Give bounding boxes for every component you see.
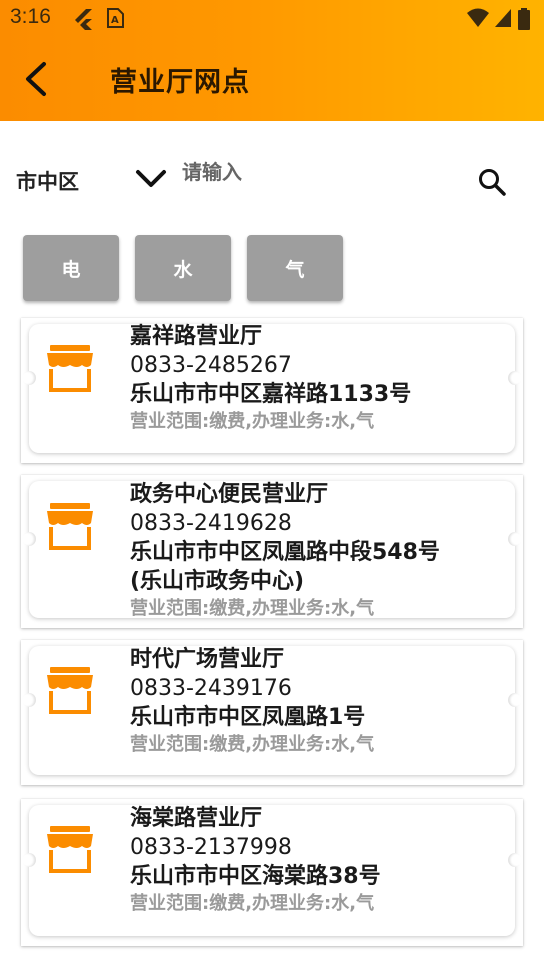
district-label[interactable]: 市中区	[16, 166, 79, 196]
hall-address: 乐山市市中区凤凰路中段548号	[130, 540, 440, 565]
hall-info: 政务中心便民营业厅 0833-2419628 乐山市市中区凤凰路中段548号 (…	[130, 480, 513, 622]
hall-phone[interactable]: 0833-2137998	[130, 833, 513, 862]
shop-icon	[47, 667, 93, 714]
back-button[interactable]	[18, 58, 54, 100]
search-icon[interactable]	[476, 166, 508, 198]
list-item[interactable]: 政务中心便民营业厅 0833-2419628 乐山市市中区凤凰路中段548号 (…	[21, 475, 523, 628]
shop-icon	[47, 826, 93, 873]
hall-address: 乐山市市中区海棠路38号	[130, 864, 381, 889]
flutter-icon	[75, 9, 92, 30]
hall-scope: 营业范围:缴费,办理业务:水,气	[130, 598, 375, 619]
shop-icon	[47, 345, 93, 392]
hall-name: 海棠路营业厅	[130, 806, 263, 831]
list-item[interactable]: 海棠路营业厅 0833-2137998 乐山市市中区海棠路38号 营业范围:缴费…	[21, 799, 523, 946]
signal-icon	[495, 9, 511, 27]
card-notch	[22, 692, 36, 707]
hall-phone[interactable]: 0833-2439176	[130, 674, 513, 703]
hall-info: 海棠路营业厅 0833-2137998 乐山市市中区海棠路38号 营业范围:缴费…	[130, 804, 513, 917]
chevron-down-icon[interactable]	[134, 166, 168, 192]
hall-scope: 营业范围:缴费,办理业务:水,气	[130, 734, 375, 755]
shop-icon	[47, 503, 93, 550]
list-item[interactable]: 嘉祥路营业厅 0833-2485267 乐山市市中区嘉祥路1133号 营业范围:…	[21, 318, 523, 463]
search-input[interactable]	[172, 152, 462, 192]
hall-name: 嘉祥路营业厅	[130, 324, 263, 349]
svg-text:A: A	[111, 15, 119, 26]
hall-name: 时代广场营业厅	[130, 647, 285, 672]
hall-address-note: (乐山市政务中心)	[130, 569, 305, 594]
wifi-icon	[467, 8, 489, 27]
app-header: 3:16 A 营业厅网点	[0, 0, 544, 121]
hall-info: 时代广场营业厅 0833-2439176 乐山市市中区凤凰路1号 营业范围:缴费…	[130, 645, 513, 758]
hall-address: 乐山市市中区嘉祥路1133号	[130, 382, 412, 407]
card-notch	[22, 370, 36, 385]
hall-info: 嘉祥路营业厅 0833-2485267 乐山市市中区嘉祥路1133号 营业范围:…	[130, 322, 513, 435]
card-notch	[22, 531, 36, 546]
battery-icon	[518, 8, 530, 30]
hall-phone[interactable]: 0833-2485267	[130, 351, 513, 380]
list-item[interactable]: 时代广场营业厅 0833-2439176 乐山市市中区凤凰路1号 营业范围:缴费…	[21, 640, 523, 785]
filter-gas-button[interactable]: 气	[247, 235, 343, 301]
card-notch	[22, 852, 36, 867]
hall-scope: 营业范围:缴费,办理业务:水,气	[130, 411, 375, 432]
page-title: 营业厅网点	[110, 67, 250, 98]
hall-phone[interactable]: 0833-2419628	[130, 509, 513, 538]
hall-address: 乐山市市中区凤凰路1号	[130, 705, 366, 730]
hall-scope: 营业范围:缴费,办理业务:水,气	[130, 893, 375, 914]
hall-name: 政务中心便民营业厅	[130, 482, 329, 507]
status-bar: 3:16 A	[0, 0, 544, 36]
filter-electricity-button[interactable]: 电	[23, 235, 119, 301]
status-time: 3:16	[10, 5, 51, 28]
sim-card-icon: A	[107, 8, 124, 28]
filter-water-button[interactable]: 水	[135, 235, 231, 301]
